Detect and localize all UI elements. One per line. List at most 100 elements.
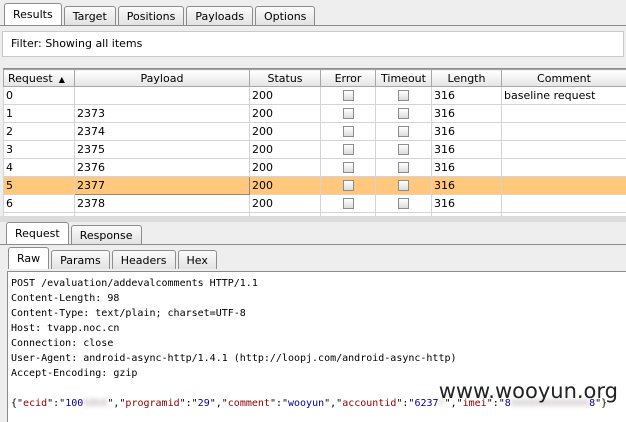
cell-payload: 2375 xyxy=(74,140,250,159)
cell-length: 316 xyxy=(431,140,502,159)
tab-response[interactable]: Response xyxy=(70,225,142,244)
cell-error xyxy=(320,86,376,105)
column-header-timeout[interactable]: Timeout xyxy=(375,69,432,87)
cell-status: 200 xyxy=(249,158,321,177)
tab-results[interactable]: Results xyxy=(4,3,62,25)
timeout-checkbox[interactable] xyxy=(398,108,409,119)
cell-status: 200 xyxy=(249,176,321,195)
column-header-request[interactable]: Request ▲ xyxy=(3,69,75,87)
cell-payload: 2378 xyxy=(74,194,250,213)
cell-comment xyxy=(501,176,626,195)
watermark: www.wooyun.org xyxy=(438,379,618,403)
column-header-length[interactable]: Length xyxy=(431,69,502,87)
cell-length: 316 xyxy=(431,158,502,177)
error-checkbox[interactable] xyxy=(342,180,354,191)
tab-options[interactable]: Options xyxy=(254,6,316,25)
cell-comment xyxy=(501,122,626,141)
cell-length: 316 xyxy=(431,86,502,105)
cell-timeout xyxy=(375,176,432,195)
column-header-error[interactable]: Error xyxy=(320,69,376,87)
timeout-checkbox[interactable] xyxy=(398,90,409,101)
error-checkbox[interactable] xyxy=(342,144,354,155)
cell-timeout xyxy=(375,194,432,213)
cell-error xyxy=(320,122,376,141)
tab-target[interactable]: Target xyxy=(63,6,116,25)
column-header-status[interactable]: Status xyxy=(249,69,321,87)
cell-request: 4 xyxy=(3,158,75,177)
cell-request: 6 xyxy=(3,194,75,213)
cell-timeout xyxy=(375,158,432,177)
cell-payload: 2373 xyxy=(74,104,250,123)
message-tab-divider xyxy=(0,244,626,245)
column-header-request-label: Request xyxy=(8,71,53,85)
filter-bar[interactable]: Filter: Showing all items xyxy=(2,31,624,57)
column-header-comment[interactable]: Comment xyxy=(501,69,626,87)
cell-comment xyxy=(501,140,626,159)
cell-timeout xyxy=(375,86,432,105)
cell-request: 3 xyxy=(3,140,75,159)
cell-error xyxy=(320,104,376,123)
cell-comment: baseline request xyxy=(501,86,626,105)
error-checkbox[interactable] xyxy=(342,198,354,209)
timeout-checkbox[interactable] xyxy=(398,162,409,173)
table-row[interactable]: 2 2374 200 316 xyxy=(3,122,626,141)
cell-status: 200 xyxy=(249,122,321,141)
table-row[interactable]: 3 2375 200 316 xyxy=(3,140,626,159)
cell-request: 1 xyxy=(3,104,75,123)
error-checkbox[interactable] xyxy=(342,90,354,101)
table-header-row: Request ▲ Payload Status Error Timeout Le… xyxy=(3,69,626,87)
tab-headers[interactable]: Headers xyxy=(111,250,176,269)
cell-status: 200 xyxy=(249,194,321,213)
header-line: Connection: close xyxy=(11,338,114,349)
cell-length: 316 xyxy=(431,176,502,195)
cell-length: 316 xyxy=(431,194,502,213)
error-checkbox[interactable] xyxy=(342,126,354,137)
header-line: Content-Type: text/plain; charset=UTF-8 xyxy=(11,308,246,319)
cell-status: 200 xyxy=(249,86,321,105)
cell-length: 316 xyxy=(431,122,502,141)
timeout-checkbox[interactable] xyxy=(398,144,409,155)
cell-length: 316 xyxy=(431,104,502,123)
tab-params[interactable]: Params xyxy=(51,250,110,269)
table-row[interactable]: 1 2373 200 316 xyxy=(3,104,626,123)
cell-request: 0 xyxy=(3,86,75,105)
cell-error xyxy=(320,176,376,195)
error-checkbox[interactable] xyxy=(342,162,354,173)
cell-payload xyxy=(74,86,250,105)
table-row[interactable]: 4 2376 200 316 xyxy=(3,158,626,177)
column-header-payload[interactable]: Payload xyxy=(74,69,250,87)
top-tabbar: Results Target Positions Payloads Option… xyxy=(2,3,316,25)
header-line: Content-Length: 98 xyxy=(11,293,120,304)
tab-request[interactable]: Request xyxy=(6,222,69,244)
cell-comment xyxy=(501,194,626,213)
cell-error xyxy=(320,140,376,159)
cell-status: 200 xyxy=(249,104,321,123)
cell-comment xyxy=(501,158,626,177)
cell-request: 2 xyxy=(3,122,75,141)
cell-timeout xyxy=(375,122,432,141)
sort-ascending-icon: ▲ xyxy=(58,74,65,84)
table-row[interactable]: 6 2378 200 316 xyxy=(3,194,626,213)
header-line: User-Agent: android-async-http/1.4.1 (ht… xyxy=(11,353,457,364)
tab-payloads[interactable]: Payloads xyxy=(186,6,253,25)
cell-payload: 2374 xyxy=(74,122,250,141)
table-row-selected[interactable]: 5 2377 200 316 xyxy=(3,176,626,195)
timeout-checkbox[interactable] xyxy=(398,180,409,191)
cell-payload: 2376 xyxy=(74,158,250,177)
tab-hex[interactable]: Hex xyxy=(177,250,217,269)
cell-request: 5 xyxy=(3,176,75,195)
redacted-ecid: 5868 xyxy=(83,398,108,409)
cell-payload: 2377 xyxy=(74,176,250,195)
cell-timeout xyxy=(375,140,432,159)
timeout-checkbox[interactable] xyxy=(398,198,409,209)
cell-error xyxy=(320,194,376,213)
cell-timeout xyxy=(375,104,432,123)
error-checkbox[interactable] xyxy=(342,108,354,119)
results-table: Request ▲ Payload Status Error Timeout Le… xyxy=(3,68,626,217)
message-tabbar: Request Response xyxy=(4,222,142,244)
cell-status: 200 xyxy=(249,140,321,159)
timeout-checkbox[interactable] xyxy=(398,126,409,137)
tab-positions[interactable]: Positions xyxy=(117,6,185,25)
tab-raw[interactable]: Raw xyxy=(8,247,50,269)
table-row[interactable]: 0 200 316 baseline request xyxy=(3,86,626,105)
